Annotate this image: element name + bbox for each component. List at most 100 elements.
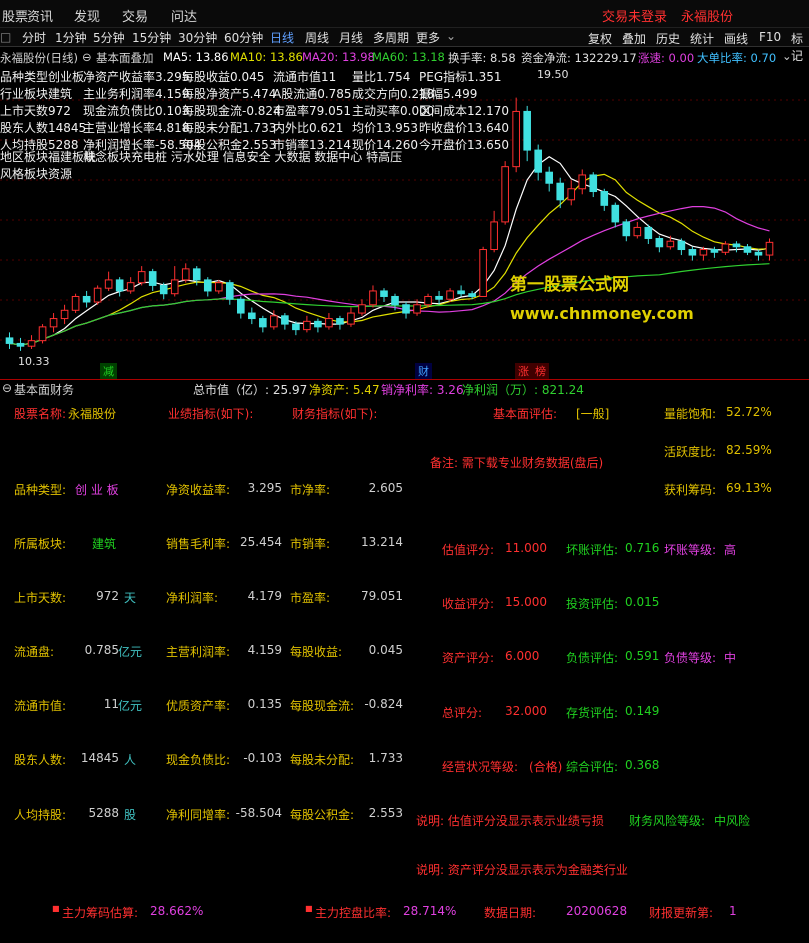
region-sector: 地区板块福建板块 [0, 150, 97, 164]
activity-value: 82.59% [726, 443, 772, 457]
candle-body[interactable] [137, 271, 146, 284]
candle-body[interactable] [303, 320, 311, 331]
candle-body[interactable] [655, 237, 664, 248]
candle-body[interactable] [556, 182, 565, 201]
candle-body[interactable] [468, 293, 476, 297]
candle-body[interactable] [578, 174, 587, 190]
candle-body[interactable] [93, 287, 102, 303]
candle-body[interactable] [710, 249, 719, 253]
candle-body[interactable] [5, 337, 14, 344]
candle-body[interactable] [292, 323, 300, 331]
candle-body[interactable] [699, 249, 708, 256]
candle-body[interactable] [600, 191, 609, 206]
candle-body[interactable] [446, 290, 454, 300]
candle-body[interactable] [82, 295, 91, 303]
candle-body[interactable] [622, 221, 631, 237]
update-value: 1 [729, 904, 737, 918]
candle-body[interactable] [270, 315, 278, 328]
candle-body[interactable] [523, 110, 531, 151]
candle-body[interactable] [71, 295, 80, 311]
overlay-cell: 净资产收益率3.295 [83, 70, 190, 84]
overlay-cell: 每股净资产5.474 [182, 87, 277, 101]
candle-body[interactable] [424, 295, 432, 306]
candle-body[interactable] [336, 318, 344, 325]
candle-body[interactable] [402, 304, 410, 314]
fin-label: 财务指标(如下): [292, 407, 378, 421]
candle-body[interactable] [380, 290, 388, 297]
candle-body[interactable] [181, 268, 190, 281]
candle-body[interactable] [611, 204, 620, 223]
right-label: 每股现金流: [290, 699, 355, 713]
candle-body[interactable] [688, 249, 697, 256]
candle-body[interactable] [49, 318, 58, 328]
event-marker-finance[interactable]: 财 [415, 363, 432, 379]
candle-body[interactable] [413, 304, 421, 314]
candle-body[interactable] [391, 295, 399, 306]
candle-body[interactable] [534, 149, 542, 173]
candlestick-chart[interactable] [0, 0, 809, 380]
style-sector: 风格板块资源 [0, 167, 73, 181]
candle-body[interactable] [314, 320, 322, 328]
candle-body[interactable] [115, 279, 124, 292]
event-marker-list[interactable]: 榜 [532, 363, 549, 379]
candle-body[interactable] [633, 226, 642, 237]
eval-label: 存货评估: [566, 706, 619, 720]
candle-body[interactable] [159, 284, 168, 295]
panel-divider [0, 379, 809, 380]
candle-body[interactable] [721, 243, 730, 253]
data-note: 备注: 需下载专业财务数据(盘后) [430, 456, 604, 470]
overlay-cell: 振幅5.499 [419, 87, 478, 101]
candle-body[interactable] [259, 318, 267, 328]
candle-body[interactable] [237, 298, 245, 314]
stock-name-value: 永福股份 [68, 407, 117, 421]
candle-body[interactable] [457, 290, 465, 295]
candle-body[interactable] [435, 295, 443, 300]
candle-body[interactable] [677, 240, 686, 251]
candle-body[interactable] [60, 309, 69, 320]
candle-body[interactable] [358, 304, 366, 314]
eval-value: 0.591 [625, 649, 660, 663]
candle-body[interactable] [666, 240, 675, 248]
event-marker-reduce[interactable]: 减 [100, 363, 117, 379]
candle-body[interactable] [369, 290, 377, 306]
candle-body[interactable] [281, 315, 289, 325]
collapse-icon[interactable]: ⊖ [2, 381, 12, 395]
candle-body[interactable] [214, 282, 223, 292]
right-label: 市盈率: [290, 591, 331, 605]
candle-body[interactable] [644, 226, 653, 239]
candle-body[interactable] [38, 326, 47, 342]
candle-body[interactable] [104, 279, 113, 289]
candle-body[interactable] [325, 318, 333, 328]
candle-body[interactable] [347, 312, 355, 325]
event-marker-limit-up[interactable]: 涨 [515, 363, 532, 379]
candle-body[interactable] [126, 282, 135, 292]
mid-label: 主营利润率: [166, 645, 231, 659]
candle-body[interactable] [170, 279, 179, 295]
candle-body[interactable] [545, 171, 554, 184]
overlay-cell: 上市天数972 [0, 104, 71, 118]
candle-body[interactable] [479, 249, 487, 297]
candle-body[interactable] [248, 312, 256, 320]
bullet-icon: ■ [52, 904, 60, 913]
candle-body[interactable] [589, 174, 598, 193]
mid-label: 销售毛利率: [166, 537, 231, 551]
eval-label: 基本面评估: [493, 407, 558, 421]
mid-label: 净资收益率: [166, 483, 231, 497]
candle-body[interactable] [27, 340, 36, 347]
candle-body[interactable] [148, 271, 157, 286]
candle-body[interactable] [743, 246, 752, 253]
candle-body[interactable] [203, 279, 212, 292]
candle-body[interactable] [225, 282, 234, 300]
candle-body[interactable] [16, 342, 25, 347]
high-price-label: 19.50 [537, 68, 569, 81]
score-label: 总评分: [442, 706, 483, 720]
overlay-cell: 现金流负债比0.103 [83, 104, 190, 118]
candle-body[interactable] [490, 221, 498, 251]
candle-body[interactable] [754, 251, 763, 256]
candle-body[interactable] [192, 268, 201, 281]
candle-body[interactable] [765, 241, 774, 256]
candle-body[interactable] [567, 188, 576, 201]
overlay-cell: A股流通0.785 [273, 87, 352, 101]
candle-body[interactable] [732, 243, 741, 248]
stock-name-label: 股票名称: [14, 407, 67, 421]
